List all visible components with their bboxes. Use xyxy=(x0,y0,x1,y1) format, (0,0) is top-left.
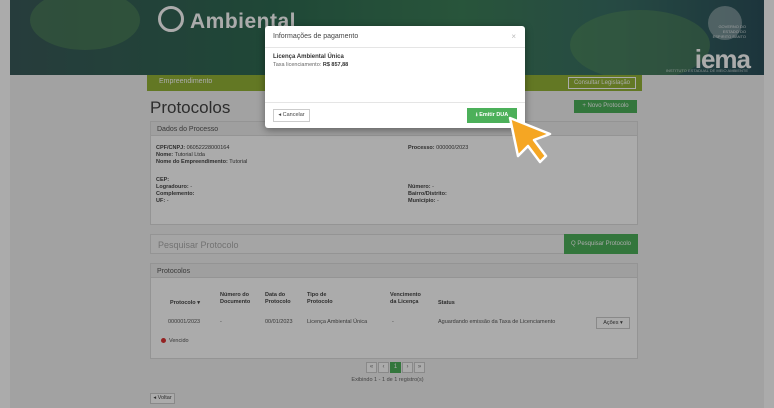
modal-title: Informações de pagamento xyxy=(273,33,359,40)
license-fee: Taxa licenciamento: R$ 857,88 xyxy=(273,62,349,68)
payment-info-modal: Informações de pagamento × Licença Ambie… xyxy=(265,26,525,128)
fee-value: R$ 857,88 xyxy=(322,62,349,68)
modal-body: Licença Ambiental Única Taxa licenciamen… xyxy=(265,48,525,103)
close-icon[interactable]: × xyxy=(511,32,516,41)
cancel-button[interactable]: ◂ Cancelar xyxy=(273,109,310,122)
modal-footer: ◂ Cancelar ⭳ Emitir DUA xyxy=(265,103,525,128)
modal-header: Informações de pagamento × xyxy=(265,26,525,48)
pointer-cursor-icon xyxy=(508,116,552,164)
license-name: Licença Ambiental Única xyxy=(273,54,344,60)
